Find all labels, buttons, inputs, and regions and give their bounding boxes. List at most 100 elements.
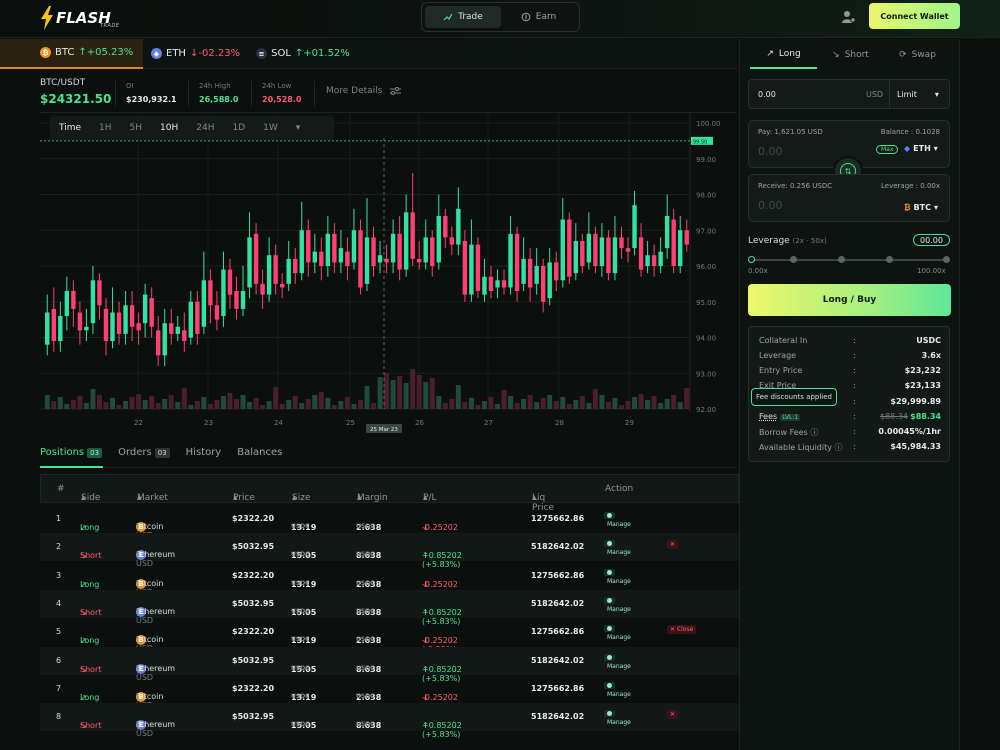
volume-bar: [142, 400, 148, 409]
volume-bar: [318, 392, 324, 409]
max-button[interactable]: Max: [876, 145, 899, 154]
nav-trade[interactable]: Trade: [425, 6, 501, 28]
info-icon[interactable]: ⓘ: [810, 428, 818, 437]
candle-body: [586, 233, 592, 263]
manage-label: Manage: [607, 577, 631, 585]
tf-1d[interactable]: 1D: [224, 123, 255, 133]
row-liq: 5182642.02: [531, 542, 585, 552]
tab-positions[interactable]: Positions 03: [40, 447, 103, 458]
manage-button[interactable]: Manage: [604, 596, 631, 613]
manage-button[interactable]: Manage: [604, 710, 631, 726]
manage-button[interactable]: Manage: [604, 540, 631, 556]
summary-key[interactable]: Fees: [759, 412, 777, 421]
close-position-button[interactable]: ✕: [667, 710, 679, 720]
candle-body: [534, 266, 539, 284]
info-icon[interactable]: ⓘ: [835, 443, 843, 452]
receive-token-select[interactable]: ₿ BTC ▾: [904, 203, 938, 212]
slider-step[interactable]: [886, 256, 893, 263]
ticker-sol[interactable]: ≡ SOL ↑+01.52%: [248, 39, 358, 69]
receive-input[interactable]: 0.00: [758, 199, 783, 212]
fee-level-badge: LVL:1: [780, 414, 801, 421]
candle-body: [136, 323, 141, 331]
pay-token-select[interactable]: ◆ ETH ▾: [904, 144, 938, 153]
long-buy-button[interactable]: Long / Buy: [748, 284, 951, 316]
nav-earn[interactable]: Earn: [501, 6, 576, 28]
volume-bar: [260, 405, 266, 409]
candle-body: [169, 323, 174, 334]
eth-icon: ◆: [904, 144, 911, 153]
ticker-btc[interactable]: ₿ BTC ↑+05.23%: [0, 38, 143, 69]
pay-input[interactable]: 0.00: [758, 145, 783, 158]
leverage-value-input[interactable]: 00.00: [913, 234, 950, 246]
tab-swap[interactable]: ⟳ Swap: [884, 41, 951, 69]
slider-handle[interactable]: [748, 256, 755, 263]
candle-body: [475, 244, 481, 292]
unit-label: USDC: [356, 636, 375, 644]
slider-step[interactable]: [790, 256, 797, 263]
row-index: 6: [56, 655, 62, 665]
ticker-eth[interactable]: ◆ ETH ↓-02.23%: [143, 39, 248, 69]
volume-bar: [286, 400, 292, 409]
amount-input[interactable]: 0.00 USD Limit ▾: [748, 79, 950, 109]
table-row[interactable]: 1↗ LongBBitcoin| USD$2322.2013.19 USDC2.…: [40, 505, 739, 541]
amount-value[interactable]: 0.00: [758, 90, 776, 99]
table-row[interactable]: 3↗ LongBBitcoin| USD$2322.2013.19 USDC2.…: [40, 562, 739, 598]
tf-10h[interactable]: 10H: [151, 123, 187, 133]
row-price: $5032.95: [232, 542, 275, 552]
volume-bar: [501, 390, 507, 409]
volume-bar: [96, 395, 102, 409]
candle-body: [547, 262, 552, 299]
leverage-slider[interactable]: [751, 259, 948, 261]
manage-button[interactable]: Manage: [604, 568, 631, 585]
volume-bar: [384, 373, 390, 409]
candle-body: [201, 280, 207, 327]
flash-trade-logo[interactable]: FLASH TRADE: [40, 6, 119, 30]
more-details-button[interactable]: More Details: [326, 86, 402, 96]
tab-long[interactable]: ↗ Long: [750, 41, 817, 69]
tf-dropdown-icon[interactable]: ▾: [287, 123, 310, 133]
slider-step[interactable]: [838, 256, 845, 263]
volume-bar: [214, 400, 220, 409]
tab-balances[interactable]: Balances: [237, 447, 282, 458]
tab-short[interactable]: ↘ Short: [817, 41, 884, 69]
table-row[interactable]: 6 ↘ Short E Ethereum | USD $5032.95 15.05 USDC…: [40, 646, 739, 683]
table-row[interactable]: 8 ↘ Short E Ethereum | USD $5032.95 15.05 USDC…: [40, 703, 739, 739]
candle-body: [495, 280, 500, 288]
close-position-button[interactable]: ✕ Close: [667, 625, 697, 635]
slider-step[interactable]: [943, 256, 950, 263]
swap-icon: ⟳: [899, 50, 907, 60]
tab-orders[interactable]: Orders 03: [118, 447, 170, 458]
table-row[interactable]: 2 ↘ Short E Ethereum | USD $5032.95 15.05 USDC…: [40, 533, 739, 569]
tf-5h[interactable]: 5H: [121, 123, 152, 133]
user-settings-icon[interactable]: [841, 9, 856, 24]
row-price: $2322.20: [232, 570, 275, 580]
tf-time[interactable]: Time: [50, 123, 90, 133]
y-tick-label: 94.00: [696, 335, 716, 343]
row-liq: 1275662.86: [531, 627, 585, 637]
unit-label: USDC: [291, 636, 310, 644]
candlestick-chart[interactable]: 100.00 99.00 98.00 97.00 96.00 95.00 94.00 93.0…: [40, 113, 737, 443]
ticker-change: ↑+05.23%: [78, 47, 134, 58]
candle-body: [247, 237, 252, 288]
close-position-button[interactable]: ✕: [667, 540, 679, 550]
unit-label: USDC: [356, 523, 375, 530]
manage-button[interactable]: Manage: [604, 625, 631, 641]
table-row[interactable]: 5↗ LongBBitcoin| USD$2322.2013.19 USDC2.…: [40, 618, 739, 654]
tab-history[interactable]: History: [186, 447, 222, 458]
tf-24h[interactable]: 24H: [187, 123, 223, 133]
table-row[interactable]: 4 ↘ Short E Ethereum | USD $5032.95 15.05 USDC…: [40, 589, 739, 626]
bolt-icon: [41, 6, 53, 30]
side-label: Short: [80, 664, 102, 674]
connect-wallet-button[interactable]: Connect Wallet: [869, 3, 960, 29]
manage-button[interactable]: Manage: [604, 653, 631, 670]
manage-button[interactable]: Manage: [604, 512, 631, 528]
manage-button[interactable]: Manage: [604, 681, 631, 698]
volume-bar: [325, 398, 331, 409]
candle-body: [182, 330, 187, 342]
table-row[interactable]: 7↗ LongBBitcoin| USD$2322.2013.19 USDC2.…: [40, 675, 739, 711]
tf-1h[interactable]: 1H: [90, 123, 121, 133]
price-chart[interactable]: 100.00 99.00 98.00 97.00 96.00 95.00 94.00 93.0…: [40, 112, 737, 442]
tf-1w[interactable]: 1W: [254, 123, 287, 133]
volume-bar: [110, 398, 116, 409]
order-type-select[interactable]: Limit ▾: [897, 90, 939, 99]
